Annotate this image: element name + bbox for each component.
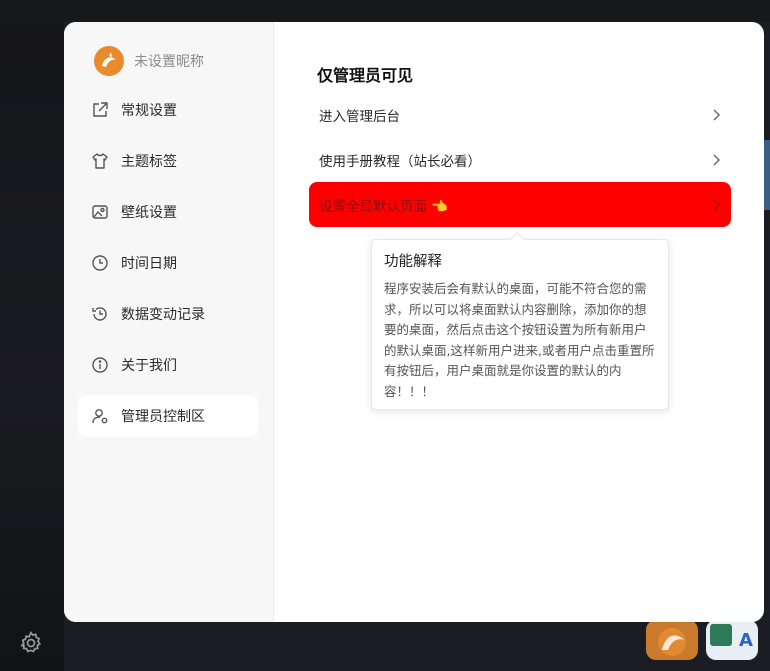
image-icon [91, 203, 109, 221]
sidebar-item-datetime[interactable]: 时间日期 [78, 242, 258, 284]
info-icon [91, 356, 109, 374]
tooltip-title: 功能解释 [384, 254, 442, 270]
manual-tutorial-row[interactable]: 使用手册教程（站长必看） [309, 137, 731, 182]
desktop-top-bar [0, 0, 770, 22]
dock-app-fox[interactable] [646, 620, 698, 660]
svg-text:A: A [739, 630, 753, 651]
sidebar-item-label: 壁纸设置 [121, 205, 177, 221]
external-link-icon [91, 101, 109, 119]
sidebar-item-general[interactable]: 常规设置 [78, 89, 258, 131]
row-label: 设置全局默认页面 👈 [319, 198, 449, 215]
chevron-right-icon [713, 154, 720, 165]
row-label: 进入管理后台 [319, 108, 400, 125]
chevron-right-icon [713, 109, 720, 120]
set-global-default-row[interactable]: 设置全局默认页面 👈 [309, 182, 731, 227]
settings-gear-icon[interactable] [18, 630, 44, 656]
sidebar-item-about[interactable]: 关于我们 [78, 344, 258, 386]
sidebar-item-label: 主题标签 [121, 154, 177, 170]
enter-admin-row[interactable]: 进入管理后台 [309, 92, 731, 137]
sidebar-item-label: 常规设置 [121, 103, 177, 119]
sidebar-item-data-log[interactable]: 数据变动记录 [78, 293, 258, 335]
fox-avatar-icon [102, 52, 116, 67]
user-settings-icon [91, 407, 109, 425]
desktop-widget-edge [764, 140, 770, 210]
settings-content: 仅管理员可见 进入管理后台 使用手册教程（站长必看） 设置全局默认页面 👈 功能… [274, 22, 764, 622]
tooltip: 功能解释 程序安装后会有默认的桌面，可能不符合您的需求，所以可以将桌面默认内容删… [371, 231, 669, 410]
tooltip-arrow [509, 231, 525, 247]
fox-logo-icon [658, 628, 686, 656]
history-icon [91, 305, 109, 323]
avatar[interactable] [94, 46, 124, 76]
sidebar-item-admin[interactable]: 管理员控制区 [78, 395, 258, 437]
dock-app-translate[interactable]: A [706, 620, 758, 660]
settings-dialog: 未设置昵称 常规设置 主题标签 壁纸设置 时间日期 数据变动记录 关于我们 管理… [64, 22, 764, 622]
profile-name: 未设置昵称 [134, 54, 204, 70]
settings-sidebar: 未设置昵称 常规设置 主题标签 壁纸设置 时间日期 数据变动记录 关于我们 管理… [64, 22, 274, 622]
sidebar-item-label: 时间日期 [121, 256, 177, 272]
sidebar-item-label: 数据变动记录 [121, 307, 205, 323]
desktop-background [0, 0, 64, 671]
sidebar-item-wallpaper[interactable]: 壁纸设置 [78, 191, 258, 233]
profile[interactable]: 未设置昵称 [94, 46, 204, 76]
section-title: 仅管理员可见 [317, 66, 414, 85]
chevron-right-icon [713, 199, 720, 210]
translate-icon: A [710, 624, 753, 651]
sidebar-item-theme[interactable]: 主题标签 [78, 140, 258, 182]
row-label: 使用手册教程（站长必看） [319, 153, 481, 170]
clock-icon [91, 254, 109, 272]
settings-nav: 常规设置 主题标签 壁纸设置 时间日期 数据变动记录 关于我们 管理员控制区 [78, 89, 258, 446]
tshirt-icon [91, 152, 109, 170]
tooltip-body: 程序安装后会有默认的桌面，可能不符合您的需求，所以可以将桌面默认内容删除，添加你… [384, 281, 655, 399]
sidebar-item-label: 关于我们 [121, 358, 177, 374]
sidebar-item-label: 管理员控制区 [121, 409, 205, 425]
